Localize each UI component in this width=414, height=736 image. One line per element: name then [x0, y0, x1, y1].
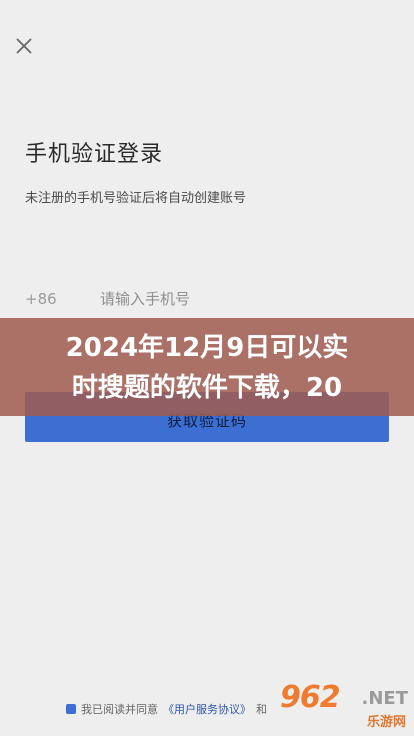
- watermark-brand: 962: [280, 680, 341, 715]
- watermark-subtitle: 乐游网: [366, 715, 406, 730]
- overlay-banner: 2024年12月9日可以实 时搜题的软件下载，20: [0, 318, 414, 416]
- country-code-selector[interactable]: +86: [25, 290, 57, 308]
- close-button[interactable]: [10, 32, 38, 60]
- site-watermark-logo: 962 .NET 乐游网: [278, 680, 410, 732]
- banner-line-2: 时搜题的软件下载，20: [71, 373, 343, 403]
- close-icon: [16, 38, 32, 54]
- agree-checkbox[interactable]: [66, 704, 76, 714]
- watermark-domain: .NET: [361, 688, 408, 709]
- banner-line-1: 2024年12月9日可以实: [65, 333, 349, 363]
- agreement-prefix: 我已阅读并同意: [81, 703, 158, 716]
- user-agreement-link[interactable]: 《用户服务协议》: [163, 701, 251, 717]
- phone-input[interactable]: [100, 286, 380, 312]
- agreement-suffix: 和: [256, 703, 267, 716]
- page-title: 手机验证登录: [25, 142, 164, 167]
- page-subtitle: 未注册的手机号验证后将自动创建账号: [25, 191, 247, 206]
- agreement-row: 我已阅读并同意 《用户服务协议》 和: [66, 700, 267, 718]
